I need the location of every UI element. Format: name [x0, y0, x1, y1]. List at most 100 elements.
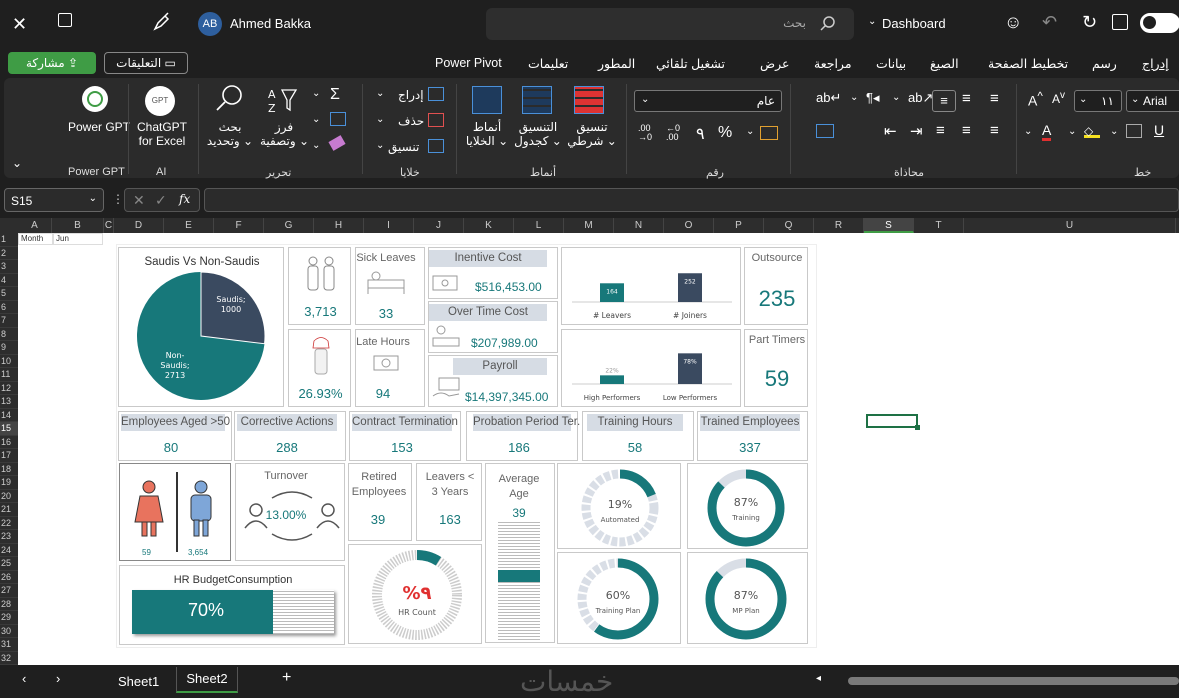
wrap-text-icon[interactable]: ab↵ — [816, 90, 841, 106]
chevron-down-icon[interactable]: ⌄ — [868, 16, 876, 27]
chevron-down-icon[interactable]: ⌄ — [312, 88, 320, 99]
save-icon[interactable] — [1112, 14, 1128, 30]
fill-icon[interactable] — [330, 112, 346, 126]
powergpt-icon[interactable] — [82, 86, 108, 112]
find-select-button[interactable]: بحث وتحديد ⌄ — [204, 120, 256, 148]
row-header-1[interactable]: 1 — [0, 233, 18, 247]
scroll-left-icon[interactable]: ◂ — [816, 673, 821, 684]
fill-color-icon[interactable]: ◇ — [1084, 124, 1100, 138]
tab-insert[interactable]: إدراج — [1142, 56, 1169, 71]
conditional-format-button[interactable]: تنسيق شرطي ⌄ — [566, 120, 618, 148]
tab-page-layout[interactable]: تخطيط الصفحة — [988, 56, 1068, 71]
text-direction-icon[interactable]: ¶◂ — [866, 90, 880, 106]
more-icon[interactable]: ⋮ — [112, 192, 124, 206]
chatgpt-icon[interactable]: GPT — [145, 86, 175, 116]
tab-review[interactable]: مراجعة — [814, 56, 852, 71]
comma-style-icon[interactable]: ٩ — [696, 124, 705, 144]
tab-sheet1[interactable]: Sheet1 — [118, 674, 159, 689]
row-header-2[interactable]: 2 — [0, 247, 18, 260]
insert-cells-button[interactable]: إدراج — [398, 88, 424, 102]
align-center-icon[interactable]: ≡ — [962, 122, 971, 139]
cell-styles-button[interactable]: أنماط الخلايا ⌄ — [462, 120, 512, 148]
chevron-down-icon[interactable]: ⌄ — [892, 92, 900, 103]
column-header-m[interactable]: M — [564, 218, 614, 233]
column-header-h[interactable]: H — [314, 218, 364, 233]
comments-button[interactable]: التعليقات ▭ — [104, 52, 188, 74]
percent-icon[interactable]: % — [718, 124, 732, 142]
column-header-b[interactable]: B — [52, 218, 104, 233]
undo-icon[interactable]: ↶ — [1042, 12, 1057, 33]
cell-a1[interactable]: Month — [18, 233, 53, 245]
pen-icon[interactable] — [152, 12, 172, 32]
decrease-decimal-icon[interactable]: .00 →0 — [638, 124, 652, 142]
formula-input[interactable] — [204, 188, 1179, 212]
sort-filter-button[interactable]: فرز وتصفية ⌄ — [260, 120, 309, 148]
chatgpt-button[interactable]: ChatGPT for Excel — [132, 120, 192, 148]
column-header-n[interactable]: N — [614, 218, 664, 233]
search-box[interactable]: بحث — [486, 8, 854, 40]
user-name[interactable]: Ahmed Bakka — [230, 16, 311, 31]
delete-cells-button[interactable]: حذف — [398, 114, 424, 128]
next-sheet-icon[interactable]: › — [56, 671, 60, 686]
chevron-down-icon[interactable]: ⌄ — [312, 114, 320, 125]
restore-icon[interactable] — [58, 13, 72, 27]
currency-icon[interactable] — [760, 126, 778, 140]
chevron-down-icon[interactable]: ⌄ — [850, 92, 858, 103]
column-header-l[interactable]: L — [514, 218, 564, 233]
tab-view[interactable]: عرض — [760, 56, 789, 71]
row-header-26[interactable]: 26 — [0, 571, 18, 584]
decrease-indent-icon[interactable]: ⇤ — [884, 122, 897, 140]
font-name-select[interactable]: ⌄ Arial — [1126, 90, 1179, 112]
column-header-u[interactable]: U — [964, 218, 1176, 233]
clear-icon[interactable] — [328, 135, 346, 151]
column-header-t[interactable]: T — [914, 218, 964, 233]
row-header-15[interactable]: 15 — [0, 422, 18, 436]
share-button[interactable]: مشاركة ⇪ — [8, 52, 96, 74]
row-header-30[interactable]: 30 — [0, 625, 18, 638]
row-header-32[interactable]: 32 — [0, 652, 18, 665]
row-header-12[interactable]: 12 — [0, 382, 18, 395]
font-color-icon[interactable]: A — [1042, 122, 1052, 141]
insert-function-icon[interactable]: fx — [179, 192, 190, 206]
column-header-s[interactable]: S — [864, 218, 914, 233]
row-header-4[interactable]: 4 — [0, 274, 18, 287]
prev-sheet-icon[interactable]: ‹ — [22, 671, 26, 686]
column-header-o[interactable]: O — [664, 218, 714, 233]
row-header-16[interactable]: 16 — [0, 436, 18, 449]
chevron-down-icon[interactable]: ⌄ — [1110, 126, 1118, 137]
row-header-6[interactable]: 6 — [0, 301, 18, 314]
row-header-24[interactable]: 24 — [0, 544, 18, 557]
add-sheet-icon[interactable]: + — [282, 669, 291, 687]
selected-cell[interactable] — [866, 414, 920, 430]
align-left-icon[interactable]: ≡ — [990, 122, 999, 139]
increase-decimal-icon[interactable]: ←0.00 — [666, 124, 680, 142]
name-box[interactable]: S15 ⌄ — [4, 188, 104, 212]
spreadsheet-grid[interactable]: Month Jun Saudis Vs Non-Saudis Saudis; 1… — [18, 233, 1179, 665]
row-header-28[interactable]: 28 — [0, 598, 18, 611]
redo-icon[interactable]: ↻ — [1082, 12, 1097, 33]
cell-b1[interactable]: Jun — [53, 233, 103, 245]
ribbon-collapse-icon[interactable]: ⌄ — [12, 156, 22, 170]
tab-automate[interactable]: تشغيل تلقائي — [656, 56, 725, 71]
row-header-19[interactable]: 19 — [0, 476, 18, 490]
tab-data[interactable]: بيانات — [876, 56, 906, 71]
chevron-down-icon[interactable]: ⌄ — [1068, 126, 1076, 137]
underline-icon[interactable]: U — [1154, 122, 1164, 138]
row-header-20[interactable]: 20 — [0, 490, 18, 503]
row-header-22[interactable]: 22 — [0, 517, 18, 530]
tab-sheet2[interactable]: Sheet2 — [176, 667, 238, 693]
column-header-c[interactable]: C — [104, 218, 114, 233]
tab-help[interactable]: تعليمات — [528, 56, 568, 71]
row-header-23[interactable]: 23 — [0, 530, 18, 544]
row-header-13[interactable]: 13 — [0, 395, 18, 409]
format-as-table-icon[interactable] — [522, 86, 552, 114]
chevron-down-icon[interactable]: ⌄ — [746, 126, 754, 137]
tab-power-pivot[interactable]: Power Pivot — [435, 56, 502, 70]
find-icon[interactable] — [214, 84, 244, 114]
row-header-10[interactable]: 10 — [0, 355, 18, 368]
row-header-18[interactable]: 18 — [0, 463, 18, 476]
row-header-29[interactable]: 29 — [0, 611, 18, 625]
autosave-toggle[interactable] — [1140, 13, 1179, 33]
column-header-g[interactable]: G — [264, 218, 314, 233]
close-icon[interactable]: ✕ — [12, 14, 27, 35]
